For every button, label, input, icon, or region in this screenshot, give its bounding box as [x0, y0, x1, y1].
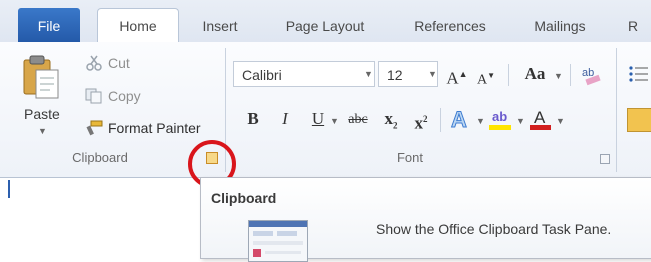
tab-review-partial[interactable]: R: [618, 10, 648, 42]
format-painter-button[interactable]: Format Painter: [108, 120, 201, 136]
font-dialog-launcher-icon[interactable]: [600, 154, 610, 164]
toolbar-separator: [440, 108, 441, 132]
italic-button[interactable]: I: [276, 109, 294, 129]
change-case-button[interactable]: Aa: [520, 64, 550, 84]
tab-file[interactable]: File: [18, 8, 80, 44]
toolbar-separator: [508, 64, 509, 86]
subscript-button[interactable]: x2: [380, 109, 402, 135]
paragraph-shading-icon[interactable]: [627, 108, 651, 132]
strikethrough-button[interactable]: abc: [343, 110, 373, 130]
clipboard-tooltip: Clipboard Show the Office Clipboard Task…: [200, 177, 651, 262]
cut-button[interactable]: Cut: [108, 55, 130, 71]
format-painter-icon: [86, 120, 103, 136]
paste-button[interactable]: Paste: [24, 106, 60, 122]
text-effects-dropdown-icon[interactable]: ▼: [476, 116, 485, 126]
text-effects-icon[interactable]: A: [448, 106, 474, 133]
ribbon-home: Paste ▼ Cut Copy Format Painter Clipboar…: [0, 42, 651, 178]
underline-button[interactable]: U: [309, 109, 327, 129]
shrink-font-button[interactable]: A▼: [475, 66, 497, 91]
font-group-label: Font: [396, 150, 423, 165]
bold-button[interactable]: B: [244, 109, 262, 129]
font-name-box[interactable]: Calibri: [233, 61, 375, 87]
subscript-label: x: [384, 109, 394, 128]
tab-mailings[interactable]: Mailings: [520, 10, 600, 42]
copy-button[interactable]: Copy: [108, 88, 141, 104]
scissors-icon: [86, 55, 102, 71]
change-case-dropdown-icon[interactable]: ▼: [554, 71, 563, 81]
clear-formatting-icon[interactable]: ab: [580, 62, 604, 86]
font-color-icon[interactable]: A: [528, 106, 554, 132]
toolbar-separator: [570, 64, 571, 86]
svg-text:A: A: [534, 108, 546, 127]
clipboard-pane-thumbnail: [248, 220, 308, 262]
tab-insert[interactable]: Insert: [190, 10, 250, 42]
document-margin-marker: [0, 180, 10, 198]
tooltip-title: Clipboard: [211, 190, 277, 206]
tooltip-description: Show the Office Clipboard Task Pane.: [376, 221, 612, 237]
grow-font-button[interactable]: A▲: [446, 64, 468, 89]
shrink-font-label: A: [476, 72, 488, 88]
superscript-button[interactable]: x2: [410, 109, 432, 134]
paste-dropdown-icon[interactable]: ▼: [38, 126, 47, 136]
bullets-icon[interactable]: [628, 64, 648, 84]
svg-text:ab: ab: [492, 109, 507, 124]
svg-text:A: A: [451, 107, 467, 132]
highlight-dropdown-icon[interactable]: ▼: [516, 116, 525, 126]
copy-icon: [85, 88, 102, 104]
font-color-dropdown-icon[interactable]: ▼: [556, 116, 565, 126]
tab-home[interactable]: Home: [97, 8, 179, 44]
group-divider: [616, 48, 617, 172]
font-size-dropdown-icon[interactable]: ▼: [428, 69, 437, 79]
highlight-color-icon[interactable]: ab: [488, 106, 514, 132]
font-name-dropdown-icon[interactable]: ▼: [364, 69, 373, 79]
tab-page-layout[interactable]: Page Layout: [270, 10, 380, 42]
ribbon-tab-bar: File Home Insert Page Layout References …: [0, 0, 651, 44]
superscript-label: x: [414, 113, 424, 133]
tab-references[interactable]: References: [400, 10, 500, 42]
grow-font-label: A: [446, 68, 459, 88]
paste-icon[interactable]: [20, 54, 62, 100]
clipboard-group-label: Clipboard: [72, 150, 128, 165]
underline-dropdown-icon[interactable]: ▼: [330, 116, 339, 126]
